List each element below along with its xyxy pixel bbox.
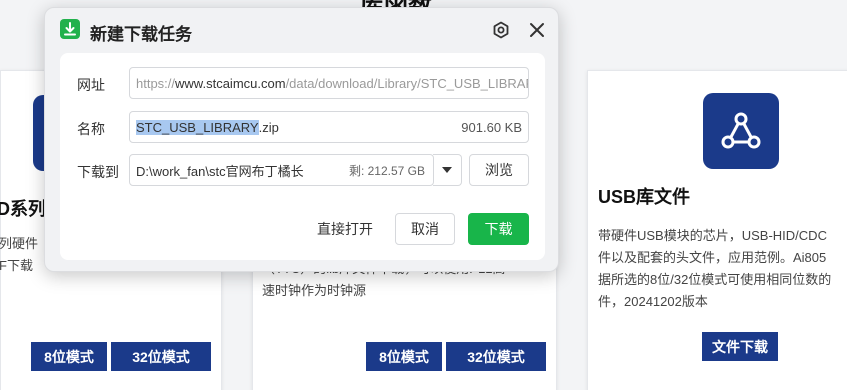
card-desc-line: 件，20241202版本 — [598, 294, 708, 309]
save-path-field[interactable]: D:\work_fan\stc官网布丁橘长 剩: 212.57 GB — [129, 154, 434, 186]
32bit-mode-button[interactable]: 32位模式 — [111, 342, 211, 371]
32bit-mode-button[interactable]: 32位模式 — [446, 342, 546, 371]
url-field[interactable]: https://www.stcaimcu.com/data/download/L… — [129, 67, 529, 99]
product-card-usb: USB库文件 带硬件USB模块的芯片，USB-HID/CDC 件以及配套的头文件… — [587, 70, 847, 390]
filename-field[interactable]: STC_USB_LIBRARY .zip 901.60 KB — [129, 111, 529, 143]
open-directly-button[interactable]: 直接打开 — [310, 213, 380, 245]
url-host: www.stcaimcu.com — [175, 75, 286, 91]
file-size: 901.60 KB — [461, 119, 522, 135]
path-dropdown-button[interactable] — [433, 154, 462, 186]
close-icon[interactable] — [525, 18, 549, 42]
url-path: /data/download/Library/STC_USB_LIBRAR — [285, 75, 529, 91]
share-nodes-icon — [721, 112, 761, 149]
card-description: 列硬件 F下载 — [0, 233, 38, 277]
download-button[interactable]: 下载 — [468, 213, 529, 245]
card-desc-line: 列硬件 — [0, 236, 39, 251]
cancel-button[interactable]: 取消 — [395, 213, 455, 245]
file-download-button[interactable]: 文件下载 — [702, 332, 778, 361]
card-desc-line: 据所选的8位/32位模式可使用相同位数的 — [598, 272, 832, 287]
new-download-dialog: 新建下载任务 网址 https://www.stcaimcu.com/data/… — [44, 7, 559, 272]
url-prefix: https:// — [136, 75, 176, 91]
8bit-mode-button[interactable]: 8位模式 — [366, 342, 442, 371]
filename-ext: .zip — [258, 119, 279, 135]
card-desc-line: F下载 — [0, 258, 33, 273]
dialog-panel: 网址 https://www.stcaimcu.com/data/downloa… — [60, 53, 545, 260]
card-desc-line: 带硬件USB模块的芯片，USB-HID/CDC — [598, 228, 827, 243]
download-app-icon — [60, 19, 80, 39]
name-label: 名称 — [77, 121, 105, 137]
card-desc-line: 速时钟作为时钟源 — [262, 283, 367, 298]
caret-down-icon — [442, 167, 452, 173]
card-description: 带硬件USB模块的芯片，USB-HID/CDC 件以及配套的头文件，应用范例。A… — [598, 225, 831, 313]
filename-selected: STC_USB_LIBRARY — [136, 119, 259, 135]
save-path: D:\work_fan\stc官网布丁橘长 — [136, 163, 304, 179]
card-desc-line: 件以及配套的头文件，应用范例。Ai805 — [598, 250, 827, 265]
url-label: 网址 — [77, 77, 105, 93]
browse-button[interactable]: 浏览 — [469, 154, 529, 186]
dialog-header: 新建下载任务 — [45, 8, 558, 52]
8bit-mode-button[interactable]: 8位模式 — [31, 342, 107, 371]
dialog-title: 新建下载任务 — [90, 25, 192, 44]
free-space: 剩: 212.57 GB — [348, 163, 425, 178]
card-title: USB库文件 — [598, 187, 691, 207]
card-icon-tile — [703, 93, 779, 169]
settings-gear-icon[interactable] — [489, 18, 513, 42]
save-location-label: 下载到 — [77, 164, 119, 180]
